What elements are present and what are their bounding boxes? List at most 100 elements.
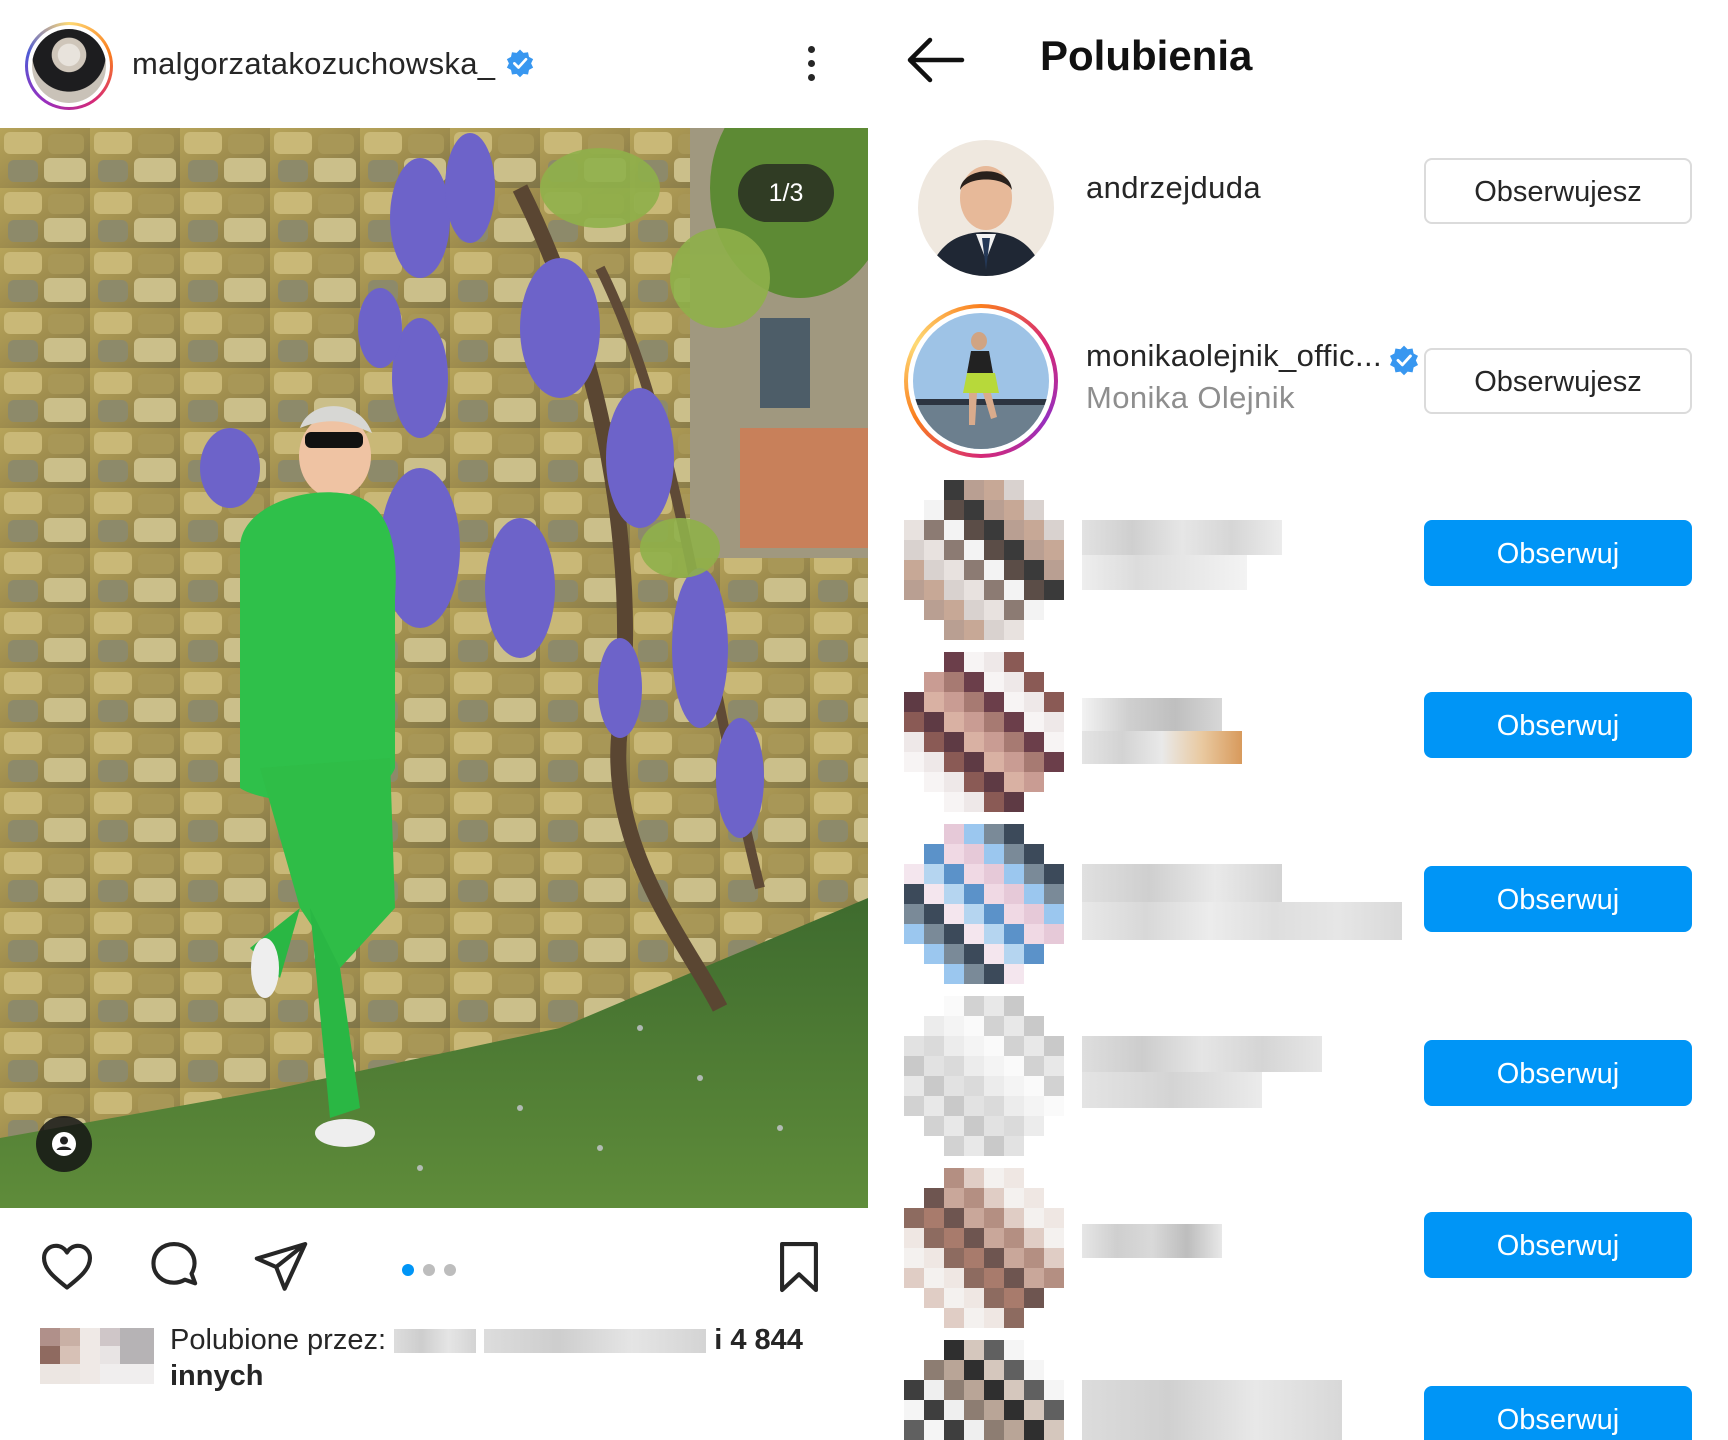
likes-summary[interactable]: Polubione przez: i 4 844 innych	[40, 1322, 840, 1422]
liker-username-text[interactable]: monikaolejnik_offic...	[1086, 338, 1382, 373]
follow-button[interactable]: Obserwuj	[1424, 520, 1692, 586]
avatar-story-ring[interactable]	[904, 304, 1058, 458]
following-button[interactable]: Obserwujesz	[1424, 348, 1692, 414]
avatar-pixel	[904, 792, 924, 812]
follow-button[interactable]: Obserwuj	[1424, 1040, 1692, 1106]
avatar-pixel	[924, 1016, 944, 1036]
avatar-pixel	[1044, 844, 1064, 864]
liker-row-blurred[interactable]: Obserwuj	[868, 1168, 1728, 1338]
avatar-pixel	[984, 864, 1004, 884]
avatar[interactable]	[918, 140, 1054, 276]
liker-row[interactable]: andrzejduda Obserwujesz	[868, 130, 1728, 300]
avatar-pixel	[984, 652, 1004, 672]
comment-icon[interactable]	[145, 1238, 203, 1296]
avatar-pixelated[interactable]	[904, 996, 1064, 1156]
avatar-pixel	[904, 1136, 924, 1156]
avatar-pixel	[904, 1076, 924, 1096]
avatar-pixel	[964, 1400, 984, 1420]
avatar-pixel	[904, 1168, 924, 1188]
follow-button[interactable]: Obserwuj	[1424, 866, 1692, 932]
avatar-pixel	[904, 600, 924, 620]
author-username-text[interactable]: malgorzatakozuchowska_	[132, 46, 495, 81]
liker-username[interactable]: andrzejduda	[1086, 170, 1261, 206]
avatar-pixel	[944, 580, 964, 600]
avatar-pixelated[interactable]	[904, 652, 1064, 812]
avatar-pixel	[984, 964, 1004, 984]
avatar-pixelated[interactable]	[904, 824, 1064, 984]
following-button[interactable]: Obserwujesz	[1424, 158, 1692, 224]
avatar-pixel	[964, 480, 984, 500]
liker-row-blurred[interactable]: Obserwuj	[868, 824, 1728, 994]
avatar-pixel	[1044, 732, 1064, 752]
avatar-pixel	[1024, 692, 1044, 712]
avatar-pixel	[1024, 1268, 1044, 1288]
avatar-pixel	[904, 1228, 924, 1248]
avatar-pixelated[interactable]	[904, 1168, 1064, 1328]
send-icon[interactable]	[252, 1238, 310, 1296]
avatar-pixel	[984, 1288, 1004, 1308]
avatar-pixel	[1024, 500, 1044, 520]
avatar-pixel	[904, 672, 924, 692]
avatar-pixel	[1044, 1136, 1064, 1156]
likes-summary-line: Polubione przez: i 4 844	[170, 1322, 803, 1358]
image-counter-badge: 1/3	[738, 164, 834, 222]
liker-row-blurred[interactable]: Obserwuj	[868, 652, 1728, 822]
avatar-pixel	[944, 964, 964, 984]
avatar-pixel	[984, 672, 1004, 692]
avatar-pixel	[904, 480, 924, 500]
avatar-pixel	[964, 1288, 984, 1308]
avatar-pixel	[1024, 824, 1044, 844]
post-photo[interactable]	[0, 128, 868, 1208]
avatar-pixel	[964, 1168, 984, 1188]
author-avatar[interactable]	[25, 22, 113, 110]
avatar-pixel	[1024, 944, 1044, 964]
avatar-pixel	[984, 480, 1004, 500]
more-vertical-icon[interactable]	[796, 42, 826, 86]
avatar-pixel	[1044, 1096, 1064, 1116]
follow-button[interactable]: Obserwuj	[1424, 1386, 1692, 1440]
avatar-pixel	[924, 580, 944, 600]
avatar-pixel	[1004, 652, 1024, 672]
verified-badge-icon	[507, 49, 534, 78]
avatar-pixel	[1024, 904, 1044, 924]
avatar-pixel	[944, 732, 964, 752]
avatar-pixel	[1044, 864, 1064, 884]
avatar	[913, 313, 1049, 449]
avatar-pixel	[924, 480, 944, 500]
avatar-pixelated[interactable]	[904, 1340, 1064, 1440]
carousel-dot	[444, 1264, 456, 1276]
avatar-pixel	[1004, 996, 1024, 1016]
bookmark-icon[interactable]	[770, 1238, 828, 1296]
liker-row[interactable]: monikaolejnik_offic... Monika Olejnik Ob…	[868, 300, 1728, 470]
avatar-pixel	[944, 600, 964, 620]
liker-row-blurred[interactable]: Obserwuj	[868, 996, 1728, 1166]
avatar-pixel	[1024, 964, 1044, 984]
avatar-pixel	[1004, 772, 1024, 792]
avatar-pixel	[1004, 1380, 1024, 1400]
follow-button[interactable]: Obserwuj	[1424, 1212, 1692, 1278]
avatar-pixel	[964, 1228, 984, 1248]
avatar-pixel	[904, 1096, 924, 1116]
avatar-pixelated[interactable]	[904, 480, 1064, 640]
avatar-pixel	[924, 1268, 944, 1288]
follow-button[interactable]: Obserwuj	[1424, 692, 1692, 758]
avatar-pixel	[1004, 672, 1024, 692]
avatar-pixel	[984, 1016, 1004, 1036]
heart-icon[interactable]	[38, 1238, 96, 1296]
avatar-pixel	[1004, 792, 1024, 812]
avatar-pixel	[924, 884, 944, 904]
avatar-pixel	[1004, 1188, 1024, 1208]
avatar-pixel	[1024, 1308, 1044, 1328]
avatar-pixel	[1004, 1248, 1024, 1268]
author-username[interactable]: malgorzatakozuchowska_	[132, 46, 535, 82]
liker-row-blurred[interactable]: Obserwuj	[868, 1340, 1728, 1440]
avatar-pixel	[964, 864, 984, 884]
user-tag-icon[interactable]	[36, 1116, 92, 1172]
arrow-left-icon[interactable]	[902, 30, 968, 90]
liker-name-pixelated	[1082, 1036, 1322, 1108]
liker-row-blurred[interactable]: Obserwuj	[868, 480, 1728, 650]
avatar-pixel	[924, 560, 944, 580]
avatar-pixel	[924, 1188, 944, 1208]
avatar-pixel	[924, 1056, 944, 1076]
liker-username[interactable]: monikaolejnik_offic...	[1086, 338, 1382, 374]
